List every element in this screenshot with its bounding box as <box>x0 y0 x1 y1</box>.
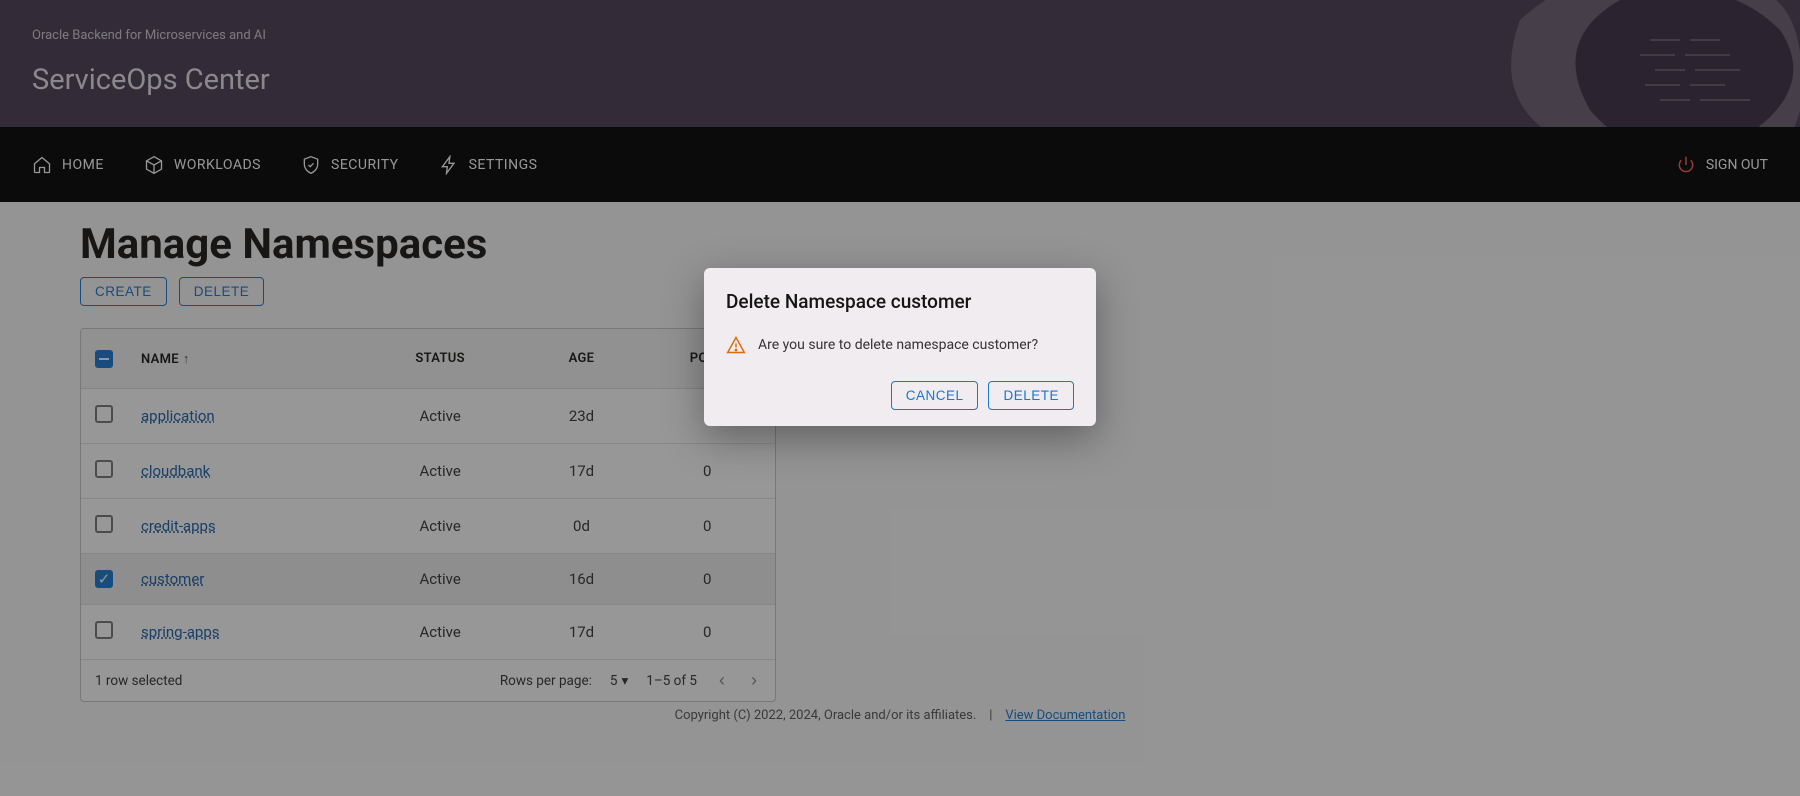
delete-dialog: Delete Namespace customer Are you sure t… <box>704 268 1096 426</box>
modal-overlay[interactable]: Delete Namespace customer Are you sure t… <box>0 0 1800 796</box>
dialog-message: Are you sure to delete namespace custome… <box>758 337 1038 353</box>
dialog-title: Delete Namespace customer <box>726 290 1074 313</box>
dialog-cancel-button[interactable]: CANCEL <box>891 381 979 410</box>
dialog-delete-button[interactable]: DELETE <box>988 381 1074 410</box>
warning-icon <box>726 335 746 355</box>
